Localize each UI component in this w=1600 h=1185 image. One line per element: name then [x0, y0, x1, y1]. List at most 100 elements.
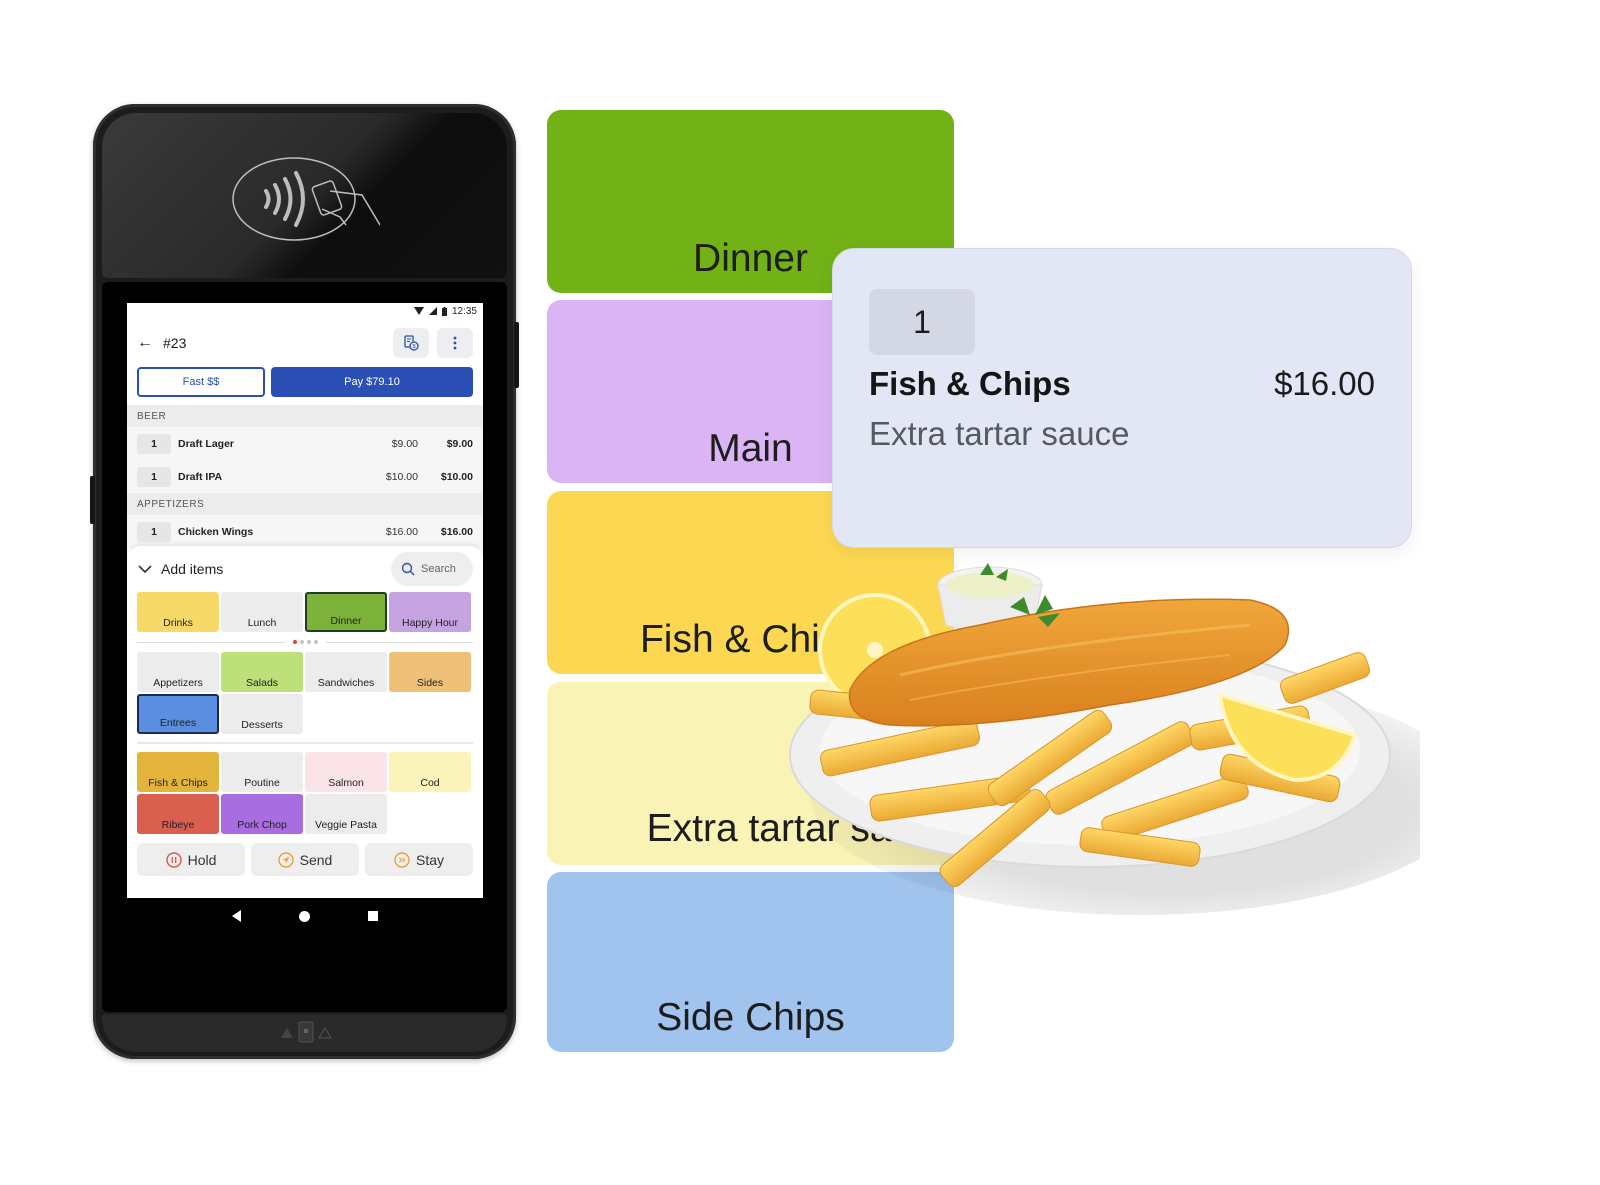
tile-label: Fish & Chips [148, 777, 208, 789]
divider [137, 641, 285, 643]
card-label: Side Chips [656, 996, 845, 1039]
menu-tile-drinks[interactable]: Drinks [137, 592, 219, 632]
category-tile-sandwiches[interactable]: Sandwiches [305, 652, 387, 692]
tile-label: Lunch [247, 617, 277, 629]
status-time: 12:35 [451, 305, 477, 317]
tile-label: Sides [416, 677, 444, 689]
menu-tile-dinner[interactable]: Dinner [305, 592, 387, 632]
detail-modifier: Extra tartar sauce [869, 415, 1130, 452]
fast-forward-circle-icon [394, 851, 410, 868]
add-items-panel: Add items Search Drinks Lunch Dinner Happy … [127, 546, 483, 898]
nav-home-icon[interactable] [299, 910, 310, 922]
item-tile-ribeye[interactable]: Ribeye [137, 794, 219, 834]
category-tile-sides[interactable]: Sides [389, 652, 471, 692]
receipt-button[interactable]: $ [393, 328, 429, 358]
tile-label: Sandwiches [317, 677, 375, 689]
payment-buttons: Fast $$ Pay $79.10 [127, 367, 483, 405]
item-tile-salmon[interactable]: Salmon [305, 752, 387, 792]
category-tile-desserts[interactable]: Desserts [221, 694, 303, 734]
card-label: Dinner [693, 237, 808, 280]
nav-back-icon[interactable] [232, 910, 241, 922]
item-name: Draft Lager [178, 437, 235, 450]
more-options-button[interactable] [437, 328, 473, 358]
receipt-dollar-icon: $ [404, 335, 419, 351]
divider [137, 742, 473, 744]
item-qty[interactable]: 1 [137, 521, 171, 542]
battery-icon [441, 306, 447, 316]
tile-label: Pork Chop [237, 819, 287, 831]
tile-label: Poutine [244, 777, 280, 789]
menu-tile-lunch[interactable]: Lunch [221, 592, 303, 632]
wifi-icon [413, 307, 424, 315]
more-vertical-icon [453, 336, 457, 350]
tile-label: Happy Hour [401, 617, 459, 629]
item-unit-price: $9.00 [391, 437, 418, 450]
category-tile-appetizers[interactable]: Appetizers [137, 652, 219, 692]
order-number: #23 [163, 335, 187, 351]
order-item-detail-card: 1 Fish & Chips $16.00 Extra tartar sauce [832, 248, 1412, 548]
side-button-left[interactable] [90, 476, 95, 524]
item-tiles: Fish & Chips Poutine Salmon Cod Ribeye Pork C… [127, 752, 483, 834]
send-label: Send [299, 851, 333, 868]
item-qty[interactable]: 1 [137, 433, 171, 454]
item-tile-pork-chop[interactable]: Pork Chop [221, 794, 303, 834]
page-dot[interactable] [292, 640, 297, 644]
detail-item-price: $16.00 [1274, 365, 1375, 402]
side-button-right[interactable] [514, 322, 519, 388]
menu-tile-happy-hour[interactable]: Happy Hour [389, 592, 471, 632]
order-row[interactable]: 1 Chicken Wings $16.00 $16.00 [127, 515, 483, 548]
brand-logo-icon [281, 1021, 332, 1043]
detail-item-name: Fish & Chips [869, 365, 1071, 402]
category-tiles: Appetizers Salads Sandwiches Sides Entrees De… [127, 652, 483, 734]
category-tile-entrees[interactable]: Entrees [137, 694, 219, 734]
page-dot[interactable] [313, 640, 318, 644]
nav-recents-icon[interactable] [368, 911, 378, 921]
order-row[interactable]: 1 Draft Lager $9.00 $9.00 [127, 427, 483, 460]
search-button[interactable]: Search [391, 552, 473, 586]
action-bar: Hold Send Stay [127, 834, 483, 876]
pos-screen: 12:35 ← #23 $ Fast $$ Pay $79.10 BEER 1 … [127, 303, 483, 898]
item-tile-cod[interactable]: Cod [389, 752, 471, 792]
item-unit-price: $10.00 [385, 470, 418, 483]
menu-tiles: Drinks Lunch Dinner Happy Hour [127, 592, 483, 632]
tile-label: Dinner [330, 615, 362, 627]
order-row[interactable]: 1 Draft IPA $10.00 $10.00 [127, 460, 483, 493]
tile-label: Drinks [163, 617, 193, 629]
tile-label: Cod [420, 777, 440, 789]
search-label: Search [421, 563, 456, 575]
page-dot[interactable] [306, 640, 311, 644]
tile-label: Salads [245, 677, 279, 689]
add-items-title: Add items [161, 561, 224, 577]
stay-button[interactable]: Stay [365, 843, 473, 876]
tile-label: Desserts [241, 719, 283, 731]
item-tile-veggie-pasta[interactable]: Veggie Pasta [305, 794, 387, 834]
terminal-bottom-panel [102, 1014, 507, 1052]
tile-label: Appetizers [153, 677, 203, 689]
hold-button[interactable]: Hold [137, 843, 245, 876]
tile-label: Ribeye [161, 819, 195, 831]
search-icon [401, 562, 415, 576]
send-circle-icon [277, 851, 294, 868]
item-total: $10.00 [440, 470, 473, 483]
stay-label: Stay [415, 851, 444, 868]
item-name: Chicken Wings [178, 525, 254, 538]
item-tile-fish-and-chips[interactable]: Fish & Chips [137, 752, 219, 792]
item-qty[interactable]: 1 [137, 466, 171, 487]
pager [127, 632, 483, 652]
section-header-beer: BEER [127, 405, 483, 427]
order-header: ← #23 $ [127, 319, 483, 367]
send-button[interactable]: Send [251, 843, 359, 876]
hold-label: Hold [187, 851, 217, 868]
tile-label: Salmon [328, 777, 364, 789]
page-dot[interactable] [299, 640, 304, 644]
item-tile-poutine[interactable]: Poutine [221, 752, 303, 792]
arrow-left-icon[interactable]: ← [137, 335, 153, 351]
signal-icon [428, 307, 437, 315]
category-tile-salads[interactable]: Salads [221, 652, 303, 692]
page-dots[interactable] [292, 640, 318, 644]
chevron-down-icon[interactable] [137, 561, 153, 577]
pay-button[interactable]: Pay $79.10 [271, 367, 473, 397]
fast-cash-button[interactable]: Fast $$ [137, 367, 265, 397]
item-total: $16.00 [440, 525, 473, 538]
order-list: BEER 1 Draft Lager $9.00 $9.00 1 Draft I… [127, 405, 483, 548]
